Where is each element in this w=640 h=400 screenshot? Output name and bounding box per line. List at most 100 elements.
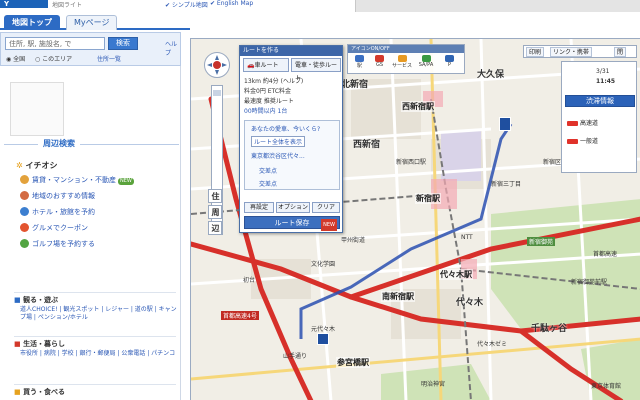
route-options-button[interactable]: オプション xyxy=(276,202,310,213)
poi-toggle-sapa[interactable]: SA/PA xyxy=(416,55,436,68)
map-label-highway: 首都高速4号 xyxy=(221,311,259,320)
pickup-item-label: 賃貸・マンション・不動産 xyxy=(32,176,116,184)
save-route-button[interactable]: ルート保存 NEW xyxy=(244,216,340,231)
car-value-link[interactable]: あなたの愛車、今いくら? xyxy=(251,124,320,133)
map-label-minamishinjuku-station: 南新宿駅 xyxy=(381,291,415,302)
pickup-item[interactable]: ゴルフ場を予約する xyxy=(20,238,95,251)
map-label-hatsudai: 初台 xyxy=(243,277,256,284)
english-map-link[interactable]: ✔ English Map xyxy=(210,0,253,7)
section-title-text: 買う・食べる xyxy=(23,388,66,396)
search-help-link[interactable]: ヘルプ xyxy=(165,39,180,57)
map-label-sangubashi-station: 参宮橋駅 xyxy=(336,357,370,368)
search-input[interactable]: 住所, 駅, 施設名, で xyxy=(5,37,105,50)
close-tools-button[interactable]: 閉 xyxy=(614,47,627,57)
tab-my-page[interactable]: Myページ xyxy=(66,15,118,30)
map-label-shinjuku-station: 新宿駅 xyxy=(415,193,441,204)
reset-route-button[interactable]: 再設定 xyxy=(244,202,274,213)
top-bar: Y 地図ライト ✔ シンプル地図 ✔ English Map xyxy=(0,0,640,12)
pan-control[interactable] xyxy=(204,52,230,78)
pickup-item[interactable]: 地域のおすすめ情報 xyxy=(20,190,95,203)
around-search-title: 周辺検索 xyxy=(38,138,80,149)
logo-subtitle: 地図ライト xyxy=(52,2,83,9)
poi-toolbar-title: アイコンON/OFF xyxy=(348,45,464,53)
section-links-life[interactable]: 市役所 | 病院 | 学校 | 銀行・郵便局 | 公衆電話 | パチンコ xyxy=(20,350,178,358)
route-panel: ルートを作る 🚗車ルート 電車・徒歩ルート 13km 約4分 (ヘルプ) 料金0… xyxy=(239,45,343,233)
route-time[interactable]: 00時間以内 1台 xyxy=(244,106,287,115)
waypoint-start[interactable]: 東京都渋谷区代々... xyxy=(251,151,305,160)
pickup-title-text: イチオシ xyxy=(25,161,58,170)
gourmet-icon xyxy=(20,223,29,232)
link-mobile-button[interactable]: リンク・携帯 xyxy=(550,47,592,57)
print-button[interactable]: 印刷 xyxy=(526,47,545,57)
section-links-sightseeing[interactable]: 道人CHOICE! | 観光スポット | レジャー | 道の駅 | キャンプ場 … xyxy=(20,306,178,322)
legend-label: 高速道 xyxy=(580,120,599,127)
poi-toggle-station[interactable]: 駅 xyxy=(352,55,367,69)
route-start-pin[interactable] xyxy=(317,333,329,345)
route-type: 最速度 推奨ルート xyxy=(244,98,294,105)
route-distance: 13km 約4分 (ヘルプ) xyxy=(244,78,304,85)
traffic-time: 11:45 xyxy=(596,78,616,85)
map-label-bunka: 文化学園 xyxy=(311,261,336,268)
map-label-yoyogi: 代々木 xyxy=(456,298,484,308)
pickup-item-label: ゴルフ場を予約する xyxy=(32,240,95,248)
legend-label: 一般道 xyxy=(580,138,599,145)
poi-toggle-parking[interactable]: P xyxy=(442,55,457,68)
zoom-in-button[interactable] xyxy=(213,90,221,96)
pickup-item[interactable]: グルメでクーポン xyxy=(20,222,88,235)
route-details: あなたの愛車、今いくら? ルート全体を表示 東京都渋谷区代々... 交差点 交差… xyxy=(244,120,340,190)
sidebar-ad xyxy=(10,82,64,136)
gas-icon xyxy=(375,55,384,62)
logo-text: Y xyxy=(4,0,10,8)
scale-button-around[interactable]: 周 xyxy=(208,205,222,219)
hotel-icon xyxy=(20,207,29,216)
waypoint-intersection-2[interactable]: 交差点 xyxy=(259,179,277,188)
poi-label: サービス xyxy=(392,63,413,69)
traffic-info-button[interactable]: 渋滞情報 xyxy=(565,95,635,107)
pickup-icon: ✲ xyxy=(16,161,23,170)
map-label-gym: 東京体育館 xyxy=(591,383,622,390)
clear-route-button[interactable]: クリア xyxy=(312,202,340,213)
legend-general[interactable]: 一般道 xyxy=(565,136,635,147)
main-tabs: 地図トップ Myページ xyxy=(0,13,190,30)
pickup-item-label: ホテル・旅館を予約 xyxy=(32,208,95,216)
traffic-date: 3/31 xyxy=(596,68,610,75)
map-label-yoyogi-school: 代々木ゼミ xyxy=(477,341,508,348)
car-route-button[interactable]: 🚗車ルート xyxy=(243,58,289,72)
pickup-item-label: グルメでクーポン xyxy=(32,224,88,232)
pickup-item[interactable]: 賃貸・マンション・不動産 NEW xyxy=(20,174,134,187)
legend-highway[interactable]: 高速道 xyxy=(565,118,635,129)
pickup-title: ✲ イチオシ xyxy=(16,160,58,171)
tab-map-top[interactable]: 地図トップ xyxy=(4,15,60,30)
scale-button-residential[interactable]: 住 xyxy=(208,189,222,203)
house-icon xyxy=(20,175,29,184)
section-title-life: ■ 生活・暮らし xyxy=(14,336,176,349)
search-button[interactable]: 検索 xyxy=(108,37,138,50)
section-title-text: 生活・暮らし xyxy=(23,340,66,348)
scope-area-radio[interactable]: ○ このエリア xyxy=(35,54,72,63)
service-icon xyxy=(397,55,407,62)
top-banner-ad xyxy=(355,0,640,12)
scope-all-radio[interactable]: ◉ 全国 xyxy=(6,54,25,63)
show-full-route-button[interactable]: ルート全体を表示 xyxy=(251,136,306,147)
site-logo[interactable]: Y xyxy=(0,0,48,8)
poi-toggle-service[interactable]: サービス xyxy=(392,55,413,69)
simple-map-link[interactable]: ✔ シンプル地図 xyxy=(165,0,208,9)
map-label-meiji: 明治神宮 xyxy=(421,381,446,388)
waypoint-intersection-1[interactable]: 交差点 xyxy=(259,166,277,175)
parking-icon xyxy=(445,55,454,62)
route-panel-title: ルートを作る xyxy=(240,46,342,56)
traffic-panel: 3/31 11:45 渋滞情報 高速道 一般道 xyxy=(561,61,637,173)
address-list-link[interactable]: 住所一覧 xyxy=(97,54,121,63)
section-title-text: 観る・遊ぶ xyxy=(23,296,59,304)
pickup-item[interactable]: ホテル・旅館を予約 xyxy=(20,206,95,219)
map-label-sendagaya: 千駄ヶ谷 xyxy=(531,324,568,334)
route-destination-pin[interactable] xyxy=(499,117,511,131)
golf-icon xyxy=(20,239,29,248)
poi-toggle-gas[interactable]: GS xyxy=(372,55,387,68)
map-canvas[interactable]: 西新宿駅 新宿駅 代々木駅 南新宿駅 参宮橋駅 北新宿 大久保 西新宿 代々木 … xyxy=(190,38,640,400)
scale-button-area[interactable]: 辺 xyxy=(208,221,222,235)
train-route-button[interactable]: 電車・徒歩ルート xyxy=(291,58,341,82)
around-search-divider xyxy=(4,144,179,156)
new-badge: NEW xyxy=(118,178,134,185)
home-icon: ■ xyxy=(14,340,21,348)
